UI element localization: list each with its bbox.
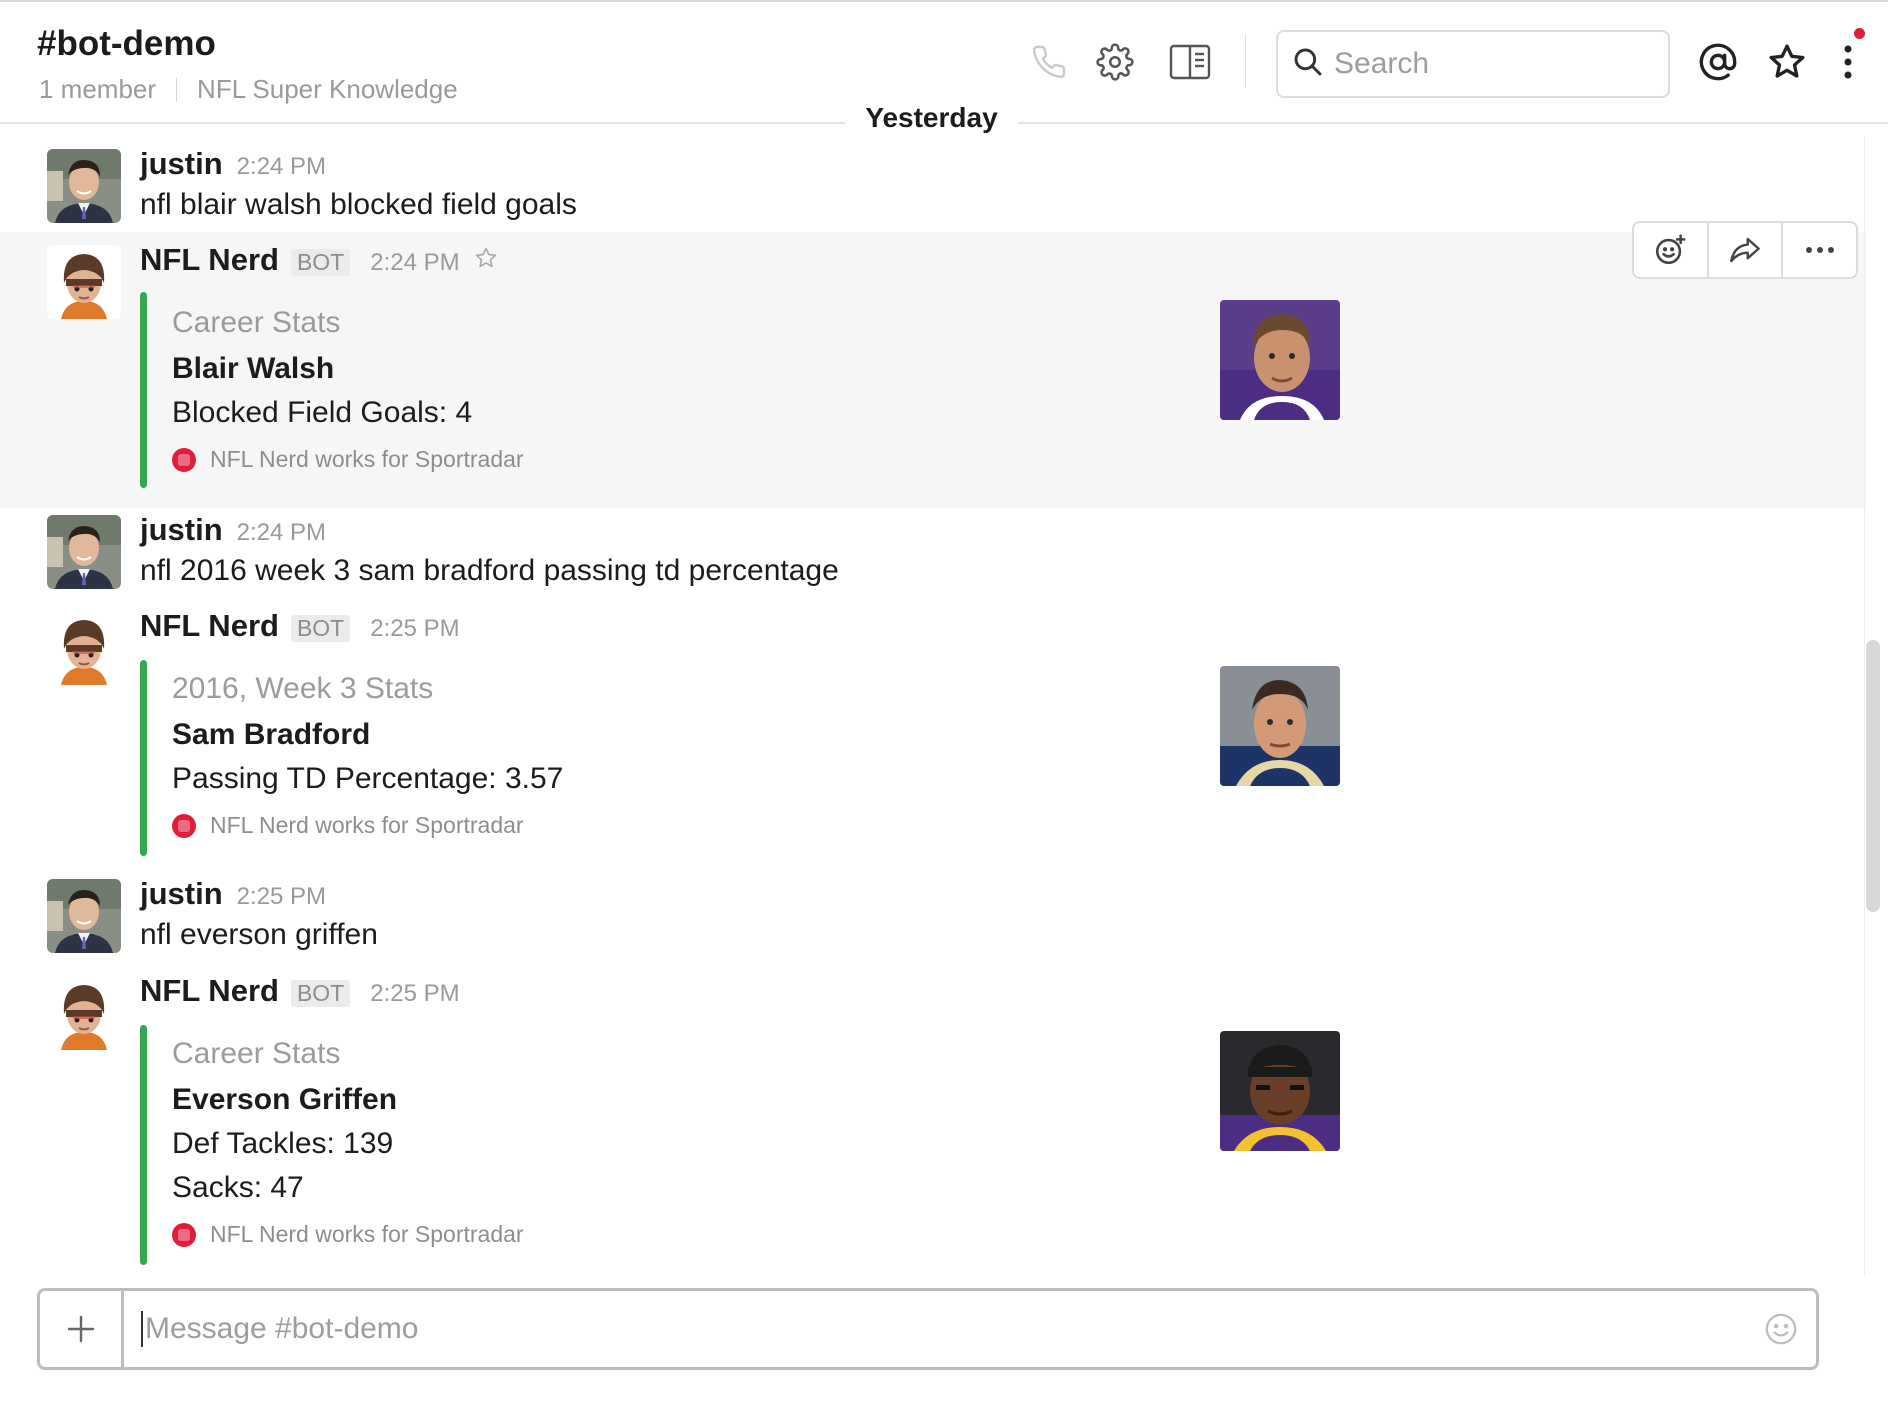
attachment-field: Def Tackles: 139 xyxy=(172,1127,394,1160)
avatar[interactable] xyxy=(47,149,121,223)
sportradar-icon xyxy=(172,447,196,472)
mention-icon[interactable] xyxy=(1696,40,1740,84)
meta-divider xyxy=(176,77,178,102)
attachment-color-bar xyxy=(140,292,147,488)
bot-avatar[interactable] xyxy=(47,245,121,319)
attachment-field: Blocked Field Goals: 4 xyxy=(172,396,473,429)
member-count[interactable]: 1 member xyxy=(39,74,156,105)
bot-avatar[interactable] xyxy=(47,976,121,1050)
attachment-pretext: 2016, Week 3 Stats xyxy=(172,672,434,705)
notification-dot xyxy=(1854,28,1865,39)
message-timestamp[interactable]: 2:25 PM xyxy=(370,615,459,643)
bot-badge: BOT xyxy=(290,980,351,1007)
message-timestamp[interactable]: 2:24 PM xyxy=(237,519,326,547)
message-author[interactable]: justin xyxy=(140,512,223,548)
player-thumbnail[interactable] xyxy=(1220,1031,1340,1151)
message-author[interactable]: NFL Nerd xyxy=(140,608,279,644)
message-attachment: Career Stats Everson Griffen Def Tackles… xyxy=(140,1025,1340,1265)
search-icon xyxy=(1292,46,1324,83)
attachment-footer: NFL Nerd works for Sportradar xyxy=(172,1221,524,1248)
message-author[interactable]: NFL Nerd xyxy=(140,973,279,1009)
details-pane-icon[interactable] xyxy=(1168,40,1212,84)
attachment-title: Sam Bradford xyxy=(172,718,371,751)
channel-name[interactable]: #bot-demo xyxy=(37,24,216,64)
emoji-icon[interactable] xyxy=(1746,1291,1816,1367)
message-attachment: 2016, Week 3 Stats Sam Bradford Passing … xyxy=(140,660,1340,856)
day-divider-line xyxy=(0,122,845,123)
player-thumbnail[interactable] xyxy=(1220,300,1340,420)
message-timestamp[interactable]: 2:25 PM xyxy=(370,980,459,1008)
avatar[interactable] xyxy=(47,515,121,589)
search-input[interactable] xyxy=(1334,47,1654,81)
bot-badge: BOT xyxy=(290,615,351,642)
scrollbar-thumb[interactable] xyxy=(1866,640,1880,912)
message-actions-bar xyxy=(1632,221,1858,279)
message-composer xyxy=(37,1288,1819,1370)
gear-icon[interactable] xyxy=(1093,40,1137,84)
search-box[interactable] xyxy=(1276,30,1670,98)
attachment-color-bar xyxy=(140,660,147,856)
share-icon[interactable] xyxy=(1709,223,1784,277)
attachment-field: Sacks: 47 xyxy=(172,1171,304,1204)
message-timestamp[interactable]: 2:24 PM xyxy=(237,153,326,181)
message-author[interactable]: justin xyxy=(140,146,223,182)
channel-topic[interactable]: NFL Super Knowledge xyxy=(197,74,458,105)
day-divider-label[interactable]: Yesterday xyxy=(845,102,1018,134)
player-thumbnail[interactable] xyxy=(1220,666,1340,786)
phone-icon[interactable] xyxy=(1027,40,1071,84)
attachment-field: Passing TD Percentage: 3.57 xyxy=(172,762,564,795)
sportradar-icon xyxy=(172,1222,196,1247)
star-message-icon[interactable] xyxy=(474,242,498,278)
attachment-footer-text: NFL Nerd works for Sportradar xyxy=(210,446,524,472)
message-attachment: Career Stats Blair Walsh Blocked Field G… xyxy=(140,292,1340,488)
attachment-footer-text: NFL Nerd works for Sportradar xyxy=(210,812,524,838)
attachment-title: Blair Walsh xyxy=(172,352,335,385)
bot-badge: BOT xyxy=(290,249,351,276)
star-icon[interactable] xyxy=(1765,40,1809,84)
attachment-footer: NFL Nerd works for Sportradar xyxy=(172,446,524,473)
message-input[interactable] xyxy=(141,1311,1746,1347)
attachment-footer: NFL Nerd works for Sportradar xyxy=(172,812,524,839)
more-horizontal-icon[interactable] xyxy=(1783,223,1856,277)
message-text: nfl 2016 week 3 sam bradford passing td … xyxy=(140,554,839,587)
message-text: nfl everson griffen xyxy=(140,918,378,951)
add-attachment-button[interactable] xyxy=(40,1291,124,1367)
attachment-title: Everson Griffen xyxy=(172,1083,398,1116)
sportradar-icon xyxy=(172,813,196,838)
day-divider-line xyxy=(1018,122,1888,123)
message-timestamp[interactable]: 2:24 PM xyxy=(370,249,459,277)
attachment-pretext: Career Stats xyxy=(172,1037,341,1070)
avatar[interactable] xyxy=(47,879,121,953)
message-author[interactable]: NFL Nerd xyxy=(140,242,279,278)
message-text: nfl blair walsh blocked field goals xyxy=(140,188,577,221)
channel-meta: 1 member NFL Super Knowledge xyxy=(39,74,458,105)
message-author[interactable]: justin xyxy=(140,876,223,912)
more-vertical-icon[interactable] xyxy=(1826,40,1870,84)
attachment-pretext: Career Stats xyxy=(172,306,341,339)
attachment-footer-text: NFL Nerd works for Sportradar xyxy=(210,1221,524,1247)
attachment-color-bar xyxy=(140,1025,147,1265)
message-timestamp[interactable]: 2:25 PM xyxy=(237,883,326,911)
bot-avatar[interactable] xyxy=(47,611,121,685)
add-reaction-icon[interactable] xyxy=(1634,223,1709,277)
header-divider xyxy=(1245,34,1246,88)
